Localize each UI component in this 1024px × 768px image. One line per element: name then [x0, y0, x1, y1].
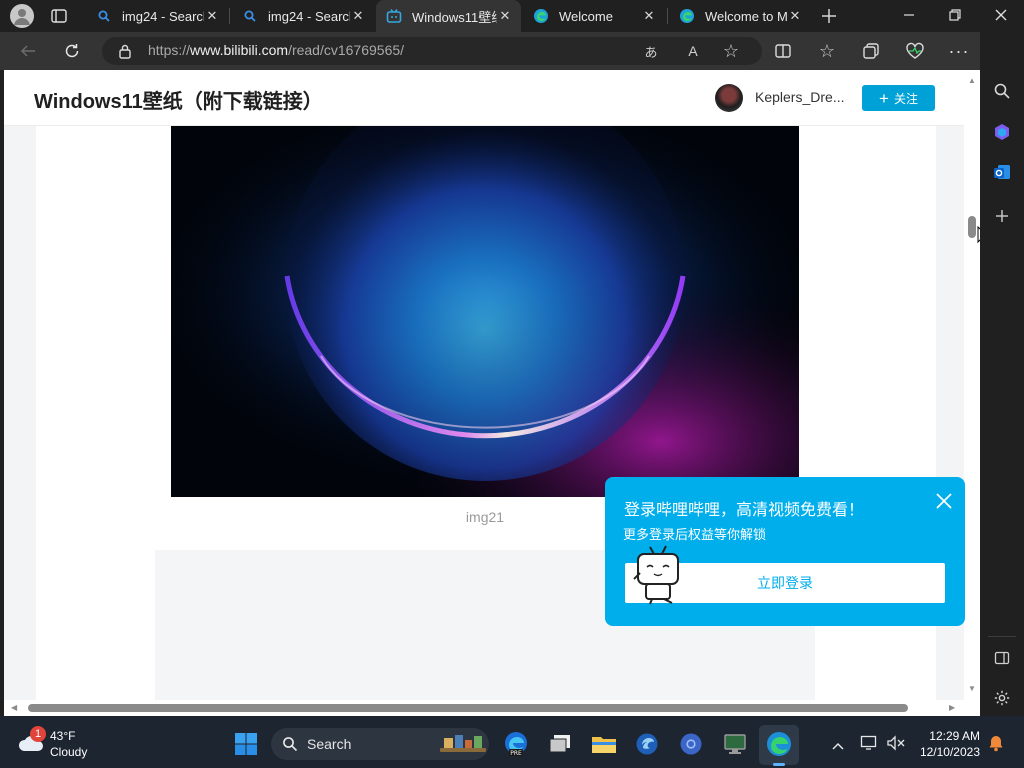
translate-icon[interactable]: あ	[638, 38, 664, 64]
follow-label: 关注	[893, 91, 918, 106]
scroll-down-icon[interactable]: ▼	[968, 684, 976, 693]
horizontal-scroll-thumb[interactable]	[28, 704, 908, 712]
favorite-star-icon[interactable]: ☆	[718, 38, 744, 64]
close-tab-icon[interactable]: ✕	[641, 8, 657, 24]
favorites-icon[interactable]: ☆	[814, 38, 840, 64]
show-hidden-icons-chevron-up-icon[interactable]	[832, 738, 844, 750]
weather-description[interactable]: Cloudy	[50, 745, 87, 759]
tab-divider	[229, 8, 230, 24]
restore-icon[interactable]	[948, 8, 962, 22]
edge-preview-icon[interactable]: PRE	[502, 730, 530, 758]
outlook-icon[interactable]	[990, 160, 1014, 184]
tab-title: img24 - Search	[268, 8, 350, 24]
lock-icon[interactable]	[118, 43, 132, 59]
windows-start-icon[interactable]	[232, 730, 260, 758]
edge-dev-icon[interactable]	[633, 730, 661, 758]
scroll-right-icon[interactable]: ▶	[949, 703, 955, 712]
vertical-scroll-thumb[interactable]	[968, 216, 976, 238]
wallpaper-image	[171, 126, 799, 497]
notification-bell-icon[interactable]	[988, 734, 1004, 752]
more-options-icon[interactable]: ···	[946, 38, 972, 64]
active-app-indicator	[773, 763, 785, 766]
tab-actions-icon[interactable]	[50, 7, 68, 25]
vertical-scrollbar[interactable]	[964, 70, 980, 700]
url-text[interactable]: https://www.bilibili.com/read/cv16769565…	[148, 42, 404, 58]
file-explorer-icon[interactable]	[590, 730, 618, 758]
read-aloud-icon[interactable]: A	[680, 38, 706, 64]
page-margin	[4, 126, 36, 704]
remote-desktop-icon[interactable]	[721, 730, 749, 758]
search-icon	[282, 736, 298, 752]
popup-title: 登录哔哩哔哩，高清视频免费看！	[624, 502, 865, 519]
tab-divider	[667, 8, 668, 24]
popup-subtitle: 更多登录后权益等你解锁	[623, 527, 767, 542]
svg-text:PRE: PRE	[510, 750, 522, 757]
close-tab-icon[interactable]: ✕	[497, 8, 513, 24]
add-sidebar-app-icon[interactable]	[990, 204, 1014, 228]
weather-notification-badge: 1	[30, 726, 46, 742]
settings-gear-icon[interactable]	[990, 686, 1014, 710]
close-tab-icon[interactable]: ✕	[787, 8, 803, 24]
tab-title: img24 - Search	[122, 8, 204, 24]
copilot-sidebar-icon[interactable]	[990, 120, 1014, 144]
split-screen-icon[interactable]	[770, 38, 796, 64]
close-tab-icon[interactable]: ✕	[350, 8, 366, 24]
search-highlight-icon	[440, 732, 486, 754]
scroll-up-icon[interactable]: ▲	[968, 76, 976, 85]
new-tab-icon[interactable]	[820, 7, 838, 25]
article-title: Windows11壁纸（附下载链接）	[34, 91, 323, 113]
refresh-icon[interactable]	[59, 38, 85, 64]
search-icon[interactable]	[990, 79, 1014, 103]
author-name[interactable]: Keplers_Dre...	[755, 89, 844, 105]
browser-essentials-icon[interactable]	[902, 38, 928, 64]
tab-title: Welcome	[559, 8, 613, 24]
speaker-muted-icon[interactable]	[886, 735, 906, 751]
weather-temperature[interactable]: 43°F	[50, 729, 75, 743]
task-view-icon[interactable]	[546, 730, 574, 758]
collections-icon[interactable]	[858, 38, 884, 64]
profile-icon[interactable]	[10, 4, 34, 28]
edge-icon[interactable]	[765, 730, 793, 758]
chrome-icon[interactable]	[677, 730, 705, 758]
tab-title: Windows11壁纸	[412, 9, 497, 25]
minimize-icon[interactable]	[902, 8, 916, 22]
clock-date[interactable]: 12/10/2023	[914, 745, 980, 759]
bilibili-tv-icon	[386, 8, 402, 24]
scroll-left-icon[interactable]: ◀	[11, 703, 17, 712]
edge-icon	[679, 8, 695, 24]
search-icon	[242, 8, 258, 24]
bilibili-tv-mascot-icon	[632, 543, 686, 605]
tab-title: Welcome to M	[705, 8, 787, 24]
tab-img24-search-1[interactable]: img24 - Search ✕	[86, 0, 228, 32]
tab-img24-search-2[interactable]: img24 - Search ✕	[232, 0, 374, 32]
tab-welcome[interactable]: Welcome ✕	[523, 0, 665, 32]
tab-windows11-wallpaper[interactable]: Windows11壁纸 ✕	[376, 0, 521, 32]
close-window-icon[interactable]	[994, 8, 1008, 22]
close-popup-icon[interactable]	[934, 491, 954, 511]
search-label: Search	[307, 736, 352, 752]
hide-sidebar-icon[interactable]	[990, 646, 1014, 670]
tab-welcome-to-m[interactable]: Welcome to M ✕	[669, 0, 811, 32]
sidebar-divider	[988, 636, 1016, 637]
display-icon[interactable]	[860, 735, 878, 751]
clock-time[interactable]: 12:29 AM	[928, 729, 980, 743]
close-tab-icon[interactable]: ✕	[204, 8, 220, 24]
follow-button[interactable]: + 关注	[862, 85, 935, 111]
back-icon[interactable]	[15, 38, 41, 64]
author-avatar[interactable]	[715, 84, 743, 112]
plus-icon: +	[879, 88, 889, 108]
search-icon	[96, 8, 112, 24]
edge-icon	[533, 8, 549, 24]
